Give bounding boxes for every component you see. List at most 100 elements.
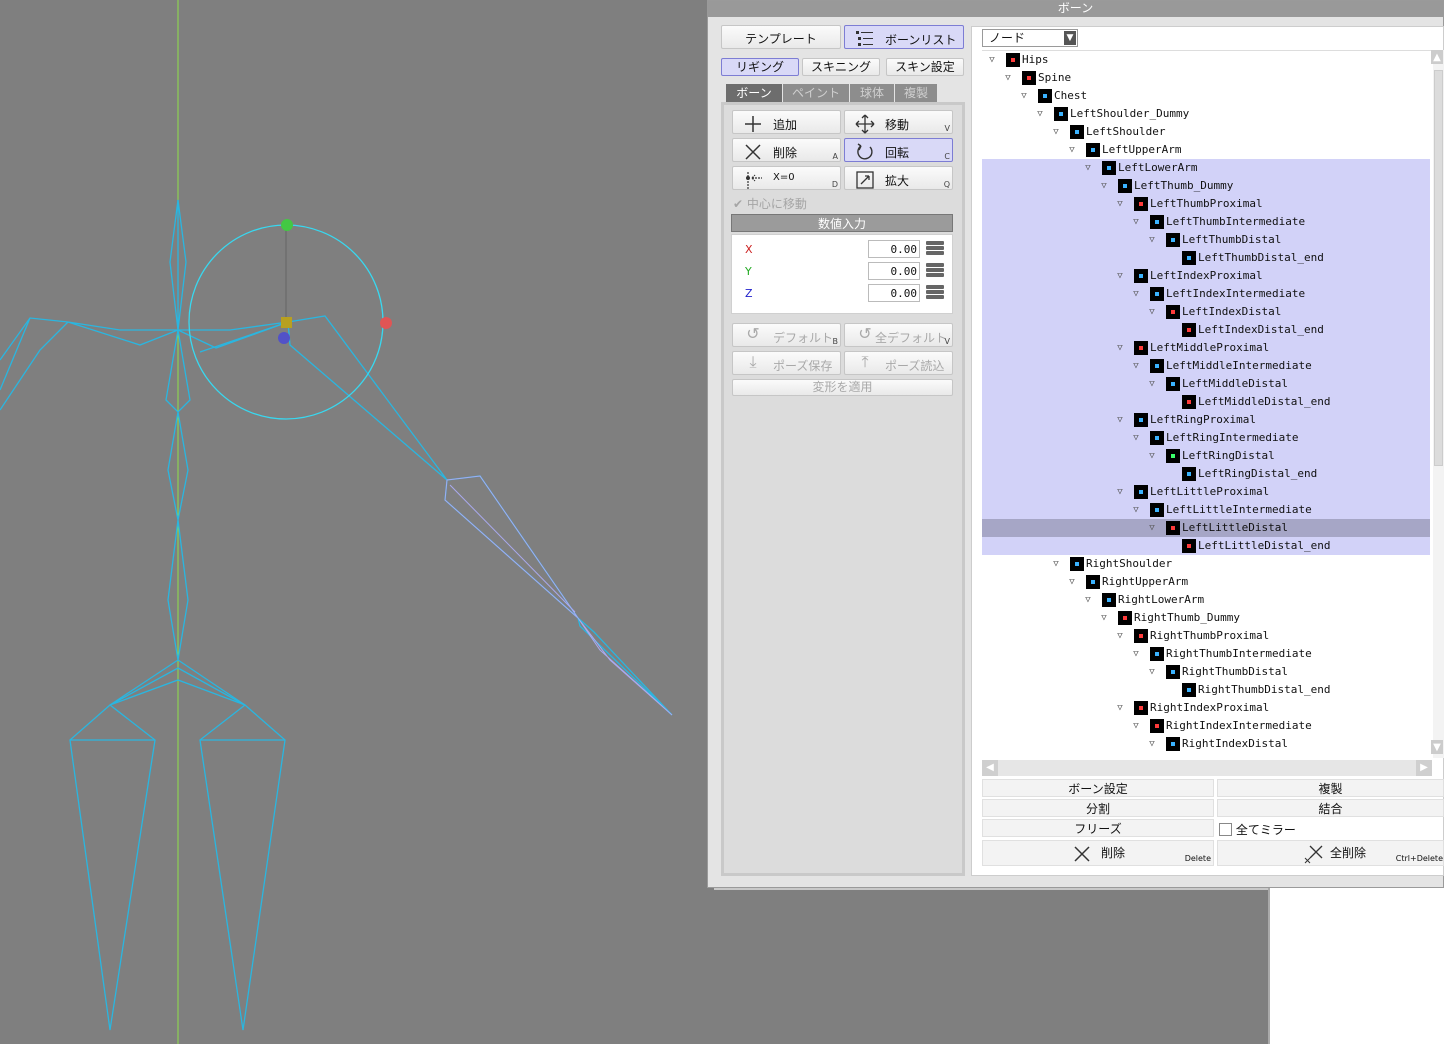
tree-row[interactable]: ▽ RightThumbProximal (982, 627, 1430, 645)
add-button[interactable]: 追加 (732, 110, 841, 134)
mirror-all-checkbox[interactable]: 全てミラー (1219, 821, 1399, 837)
checkbox-box[interactable] (1219, 823, 1232, 836)
expand-toggle-icon[interactable]: ▽ (1146, 303, 1158, 321)
default-pose-button[interactable]: ↺ デフォルト B (732, 323, 841, 347)
subtab-sphere[interactable]: 球体 (850, 84, 894, 102)
bone-settings-button[interactable]: ボーン設定 (982, 779, 1214, 797)
expand-toggle-icon[interactable]: ▽ (1114, 483, 1126, 501)
subtab-bone[interactable]: ボーン (726, 84, 782, 102)
expand-toggle-icon[interactable]: ▽ (1130, 645, 1142, 663)
tree-row[interactable]: ▽ LeftThumbDistal (982, 231, 1430, 249)
tree-row[interactable]: ▽ LeftThumb_Dummy (982, 177, 1430, 195)
expand-toggle-icon[interactable]: ▽ (1114, 411, 1126, 429)
freeze-button[interactable]: フリーズ (982, 819, 1214, 837)
all-default-button[interactable]: ↺ 全デフォルト V (844, 323, 953, 347)
tree-row[interactable]: ▽ LeftRingIntermediate (982, 429, 1430, 447)
x-value-field[interactable]: 0.00 (868, 240, 920, 258)
tab-skin-settings[interactable]: スキン設定 (886, 58, 964, 76)
expand-toggle-icon[interactable]: ▽ (1018, 87, 1030, 105)
tree-row[interactable]: ▽ RightShoulder (982, 555, 1430, 573)
y-value-field[interactable]: 0.00 (868, 262, 920, 280)
tree-row[interactable]: ▽ LeftLittleProximal (982, 483, 1430, 501)
apply-transform-button[interactable]: 変形を適用 (732, 379, 953, 396)
rotate-button[interactable]: 回転 C (844, 138, 953, 162)
bone-list-button[interactable]: ボーンリスト (844, 25, 964, 49)
tree-row[interactable]: LeftIndexDistal_end (982, 321, 1430, 339)
scale-button[interactable]: 拡大 Q (844, 166, 953, 190)
expand-toggle-icon[interactable]: ▽ (1130, 429, 1142, 447)
expand-toggle-icon[interactable]: ▽ (1114, 195, 1126, 213)
skeleton-wireframe[interactable] (0, 0, 710, 1044)
expand-toggle-icon[interactable]: ▽ (1066, 573, 1078, 591)
tree-row[interactable]: ▽ LeftMiddleIntermediate (982, 357, 1430, 375)
expand-toggle-icon[interactable]: ▽ (1146, 375, 1158, 393)
tree-row[interactable]: RightThumbDistal_end (982, 681, 1430, 699)
tree-row[interactable]: ▽ RightIndexIntermediate (982, 717, 1430, 735)
scroll-right-icon[interactable]: ▶ (1416, 760, 1432, 776)
expand-toggle-icon[interactable]: ▽ (1066, 141, 1078, 159)
tab-skinning[interactable]: スキニング (802, 58, 880, 76)
tree-row[interactable]: ▽ RightLowerArm (982, 591, 1430, 609)
vertical-scroll-thumb[interactable] (1434, 70, 1443, 466)
expand-toggle-icon[interactable]: ▽ (1146, 519, 1158, 537)
tree-row[interactable]: ▽ RightIndexDistal (982, 735, 1430, 753)
tree-row[interactable]: ▽ LeftRingProximal (982, 411, 1430, 429)
x-zero-button[interactable]: X=0 D (732, 166, 841, 190)
tree-row[interactable]: ▽ RightIndexProximal (982, 699, 1430, 717)
expand-toggle-icon[interactable]: ▽ (1098, 177, 1110, 195)
expand-toggle-icon[interactable]: ▽ (1130, 357, 1142, 375)
tree-row[interactable]: ▽ RightThumbIntermediate (982, 645, 1430, 663)
expand-toggle-icon[interactable]: ▽ (1130, 213, 1142, 231)
scroll-left-icon[interactable]: ◀ (982, 760, 998, 776)
numeric-input-header[interactable]: 数値入力 (731, 214, 953, 232)
tree-row[interactable]: LeftThumbDistal_end (982, 249, 1430, 267)
center-move-option[interactable]: ✔ 中心に移動 (733, 195, 873, 211)
expand-toggle-icon[interactable]: ▽ (1146, 735, 1158, 753)
tree-row[interactable]: ▽ LeftLowerArm (982, 159, 1430, 177)
tree-row[interactable]: ▽ LeftIndexDistal (982, 303, 1430, 321)
bone-tree[interactable]: ▽ Hips ▽ Spine ▽ Chest ▽ LeftShoulder_Dummy ▽ Lef… (982, 50, 1432, 759)
tree-row[interactable]: ▽ LeftMiddleProximal (982, 339, 1430, 357)
expand-toggle-icon[interactable]: ▽ (1098, 609, 1110, 627)
panel-title[interactable]: ボーン (708, 1, 1443, 17)
tree-row[interactable]: ▽ LeftLittleDistal (982, 519, 1430, 537)
tab-rigging[interactable]: リギング (721, 58, 799, 76)
expand-toggle-icon[interactable]: ▽ (1050, 123, 1062, 141)
tree-row[interactable]: ▽ RightThumb_Dummy (982, 609, 1430, 627)
z-value-field[interactable]: 0.00 (868, 284, 920, 302)
tree-row[interactable]: ▽ Hips (982, 51, 1430, 69)
expand-toggle-icon[interactable]: ▽ (1146, 447, 1158, 465)
tree-row[interactable]: ▽ LeftMiddleDistal (982, 375, 1430, 393)
tree-row[interactable]: ▽ RightUpperArm (982, 573, 1430, 591)
tree-row[interactable]: ▽ LeftThumbIntermediate (982, 213, 1430, 231)
tree-row[interactable]: ▽ LeftUpperArm (982, 141, 1430, 159)
tree-row[interactable]: ▽ Chest (982, 87, 1430, 105)
split-button[interactable]: 分割 (982, 799, 1214, 817)
scroll-up-icon[interactable]: ▲ (1431, 50, 1443, 64)
horizontal-scrollbar[interactable]: ◀ ▶ (982, 760, 1432, 776)
move-button[interactable]: 移動 V (844, 110, 953, 134)
expand-toggle-icon[interactable]: ▽ (1082, 159, 1094, 177)
expand-toggle-icon[interactable]: ▽ (1114, 699, 1126, 717)
expand-toggle-icon[interactable]: ▽ (1130, 501, 1142, 519)
z-spinner[interactable] (926, 284, 944, 302)
node-select[interactable]: ノード ▼ (982, 29, 1078, 47)
tree-row[interactable]: LeftLittleDistal_end (982, 537, 1430, 555)
subtab-duplicate[interactable]: 複製 (895, 84, 937, 102)
tree-row[interactable]: ▽ LeftThumbProximal (982, 195, 1430, 213)
tree-row[interactable]: ▽ RightThumbDistal (982, 663, 1430, 681)
tree-row[interactable]: ▽ LeftLittleIntermediate (982, 501, 1430, 519)
tree-row[interactable]: ▽ LeftShoulder_Dummy (982, 105, 1430, 123)
expand-toggle-icon[interactable]: ▽ (1002, 69, 1014, 87)
template-button[interactable]: テンプレート (721, 25, 841, 49)
tree-row[interactable]: ▽ LeftIndexIntermediate (982, 285, 1430, 303)
tree-row[interactable]: ▽ LeftIndexProximal (982, 267, 1430, 285)
vertical-scrollbar[interactable]: ▲ ▼ (1431, 50, 1444, 758)
tree-row[interactable]: ▽ LeftRingDistal (982, 447, 1430, 465)
expand-toggle-icon[interactable]: ▽ (1146, 231, 1158, 249)
expand-toggle-icon[interactable]: ▽ (1082, 591, 1094, 609)
delete-tool-button[interactable]: 削除 A (732, 138, 841, 162)
tree-row[interactable]: ▽ Spine (982, 69, 1430, 87)
scroll-down-icon[interactable]: ▼ (1431, 740, 1443, 754)
expand-toggle-icon[interactable]: ▽ (1050, 555, 1062, 573)
